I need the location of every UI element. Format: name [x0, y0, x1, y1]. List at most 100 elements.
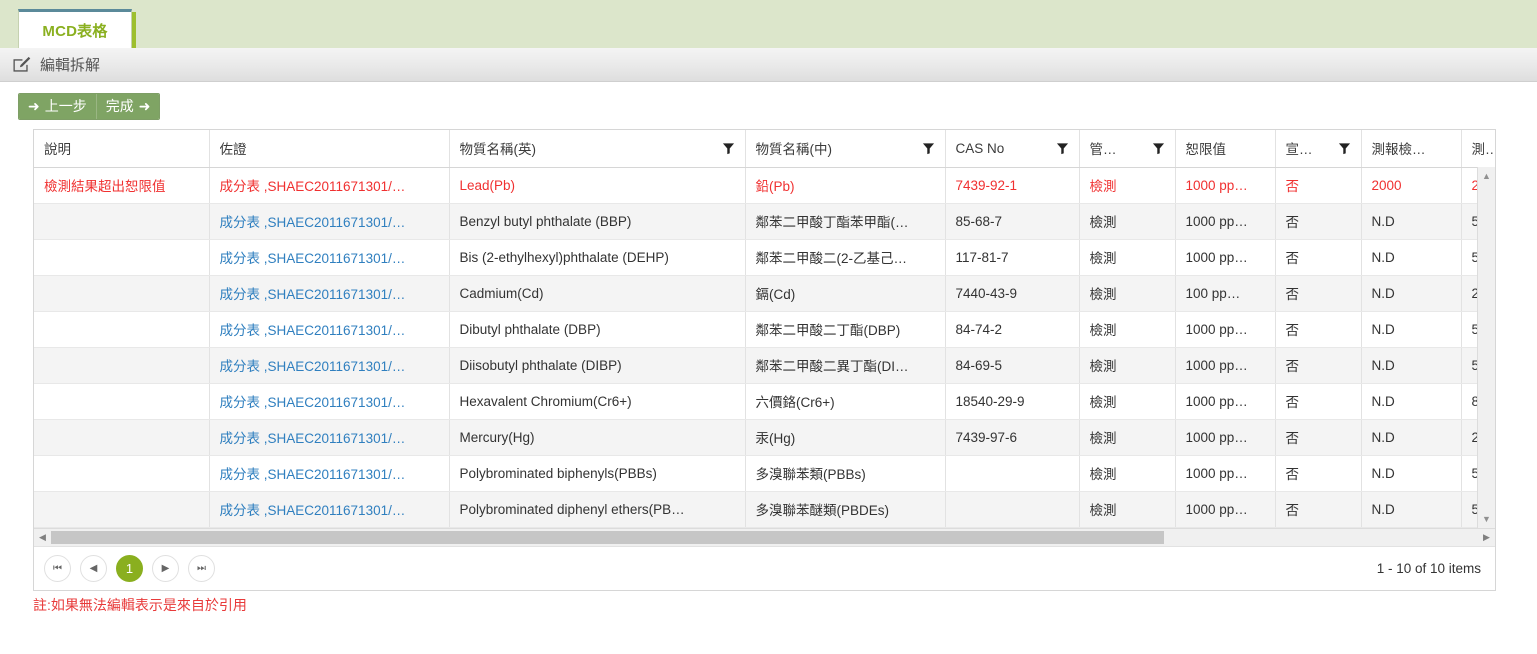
cell-report: N.D	[1361, 383, 1462, 420]
cell-report: N.D	[1361, 311, 1462, 348]
cell-limit: 1000 pp…	[1175, 167, 1276, 204]
vertical-scrollbar[interactable]: ▲ ▼	[1477, 167, 1495, 528]
cell-ctrl: 檢測	[1079, 419, 1176, 456]
cell-evidence[interactable]: 成分表 ,SHAEC2011671301/…	[209, 455, 450, 492]
filter-funnel-icon[interactable]	[1152, 142, 1165, 155]
cell-declare: 否	[1275, 167, 1362, 204]
cell-evidence[interactable]: 成分表 ,SHAEC2011671301/…	[209, 383, 450, 420]
cell-cas: 117-81-7	[945, 239, 1080, 276]
cell-limit: 1000 pp…	[1175, 455, 1276, 492]
cell-name_zh: 六價鉻(Cr6+)	[745, 383, 946, 420]
column-header-0[interactable]: 說明	[34, 130, 210, 168]
cell-evidence[interactable]: 成分表 ,SHAEC2011671301/…	[209, 275, 450, 312]
horizontal-scroll-thumb[interactable]	[51, 530, 1165, 544]
tab-active-edge	[132, 12, 136, 48]
column-header-9[interactable]: 測…	[1461, 130, 1495, 168]
scroll-down-icon[interactable]: ▼	[1478, 511, 1495, 528]
next-page-icon: ▶	[161, 562, 170, 574]
arrow-left-icon: ➜	[28, 98, 40, 114]
cell-evidence[interactable]: 成分表 ,SHAEC2011671301/…	[209, 347, 450, 384]
cell-evidence[interactable]: 成分表 ,SHAEC2011671301/…	[209, 203, 450, 240]
cell-limit: 1000 pp…	[1175, 383, 1276, 420]
cell-declare: 否	[1275, 383, 1362, 420]
table-row[interactable]: 成分表 ,SHAEC2011671301/… Polybrominated dip…	[34, 491, 1495, 528]
cell-limit: 1000 pp…	[1175, 239, 1276, 276]
column-header-6[interactable]: 恕限值	[1175, 130, 1276, 168]
finish-button[interactable]: 完成 ➜	[95, 94, 160, 119]
filter-funnel-icon[interactable]	[1338, 142, 1351, 155]
cell-evidence[interactable]: 成分表 ,SHAEC2011671301/…	[209, 419, 450, 456]
grid-pager: ⏮ ◀ 1 ▶ ⏭ 1 - 10 of 10 items	[34, 545, 1495, 590]
mcd-data-grid: 說明 佐證 物質名稱(英) 物質名稱(中) CAS No 管… 恕限值 宣… 測報檢… 測… 檢測…	[33, 129, 1496, 591]
cell-desc	[34, 419, 210, 456]
column-header-3[interactable]: 物質名稱(中)	[745, 130, 946, 168]
table-row[interactable]: 成分表 ,SHAEC2011671301/… Mercury(Hg) 汞(Hg) 74…	[34, 419, 1495, 456]
tab-mcd-table[interactable]: MCD表格	[18, 9, 132, 48]
scroll-right-icon[interactable]: ▶	[1478, 529, 1495, 546]
cell-evidence[interactable]: 成分表 ,SHAEC2011671301/…	[209, 491, 450, 528]
table-row[interactable]: 成分表 ,SHAEC2011671301/… Cadmium(Cd) 鎘(Cd) 74…	[34, 275, 1495, 312]
column-header-8[interactable]: 測報檢…	[1361, 130, 1462, 168]
arrow-right-icon: ➜	[138, 98, 151, 114]
cell-desc	[34, 383, 210, 420]
column-header-label: 說明	[44, 142, 71, 158]
table-row[interactable]: 成分表 ,SHAEC2011671301/… Benzyl butyl phtha…	[34, 203, 1495, 240]
wizard-toolbar: ➜ 上一步 完成 ➜	[0, 82, 1537, 129]
cell-declare: 否	[1275, 491, 1362, 528]
cell-cas	[945, 455, 1080, 492]
cell-name_zh: 多溴聯苯類(PBBs)	[745, 455, 946, 492]
cell-declare: 否	[1275, 275, 1362, 312]
table-row[interactable]: 成分表 ,SHAEC2011671301/… Bis (2-ethylhexyl)…	[34, 239, 1495, 276]
cell-name_en: Cadmium(Cd)	[449, 275, 746, 312]
cell-report: N.D	[1361, 347, 1462, 384]
edit-bar-label: 編輯拆解	[40, 57, 101, 74]
cell-evidence[interactable]: 成分表 ,SHAEC2011671301/…	[209, 311, 450, 348]
scroll-left-icon[interactable]: ◀	[34, 529, 51, 546]
cell-desc	[34, 203, 210, 240]
pager-next-button[interactable]: ▶	[152, 554, 179, 582]
table-row[interactable]: 成分表 ,SHAEC2011671301/… Dibutyl phthalate …	[34, 311, 1495, 348]
scroll-up-icon[interactable]: ▲	[1478, 167, 1495, 184]
column-header-4[interactable]: CAS No	[945, 130, 1080, 168]
table-row[interactable]: 成分表 ,SHAEC2011671301/… Hexavalent Chromiu…	[34, 383, 1495, 420]
previous-page-icon: ◀	[89, 562, 98, 574]
cell-name_zh: 多溴聯苯醚類(PBDEs)	[745, 491, 946, 528]
footer-note: 註:如果無法編輯表示是來自於引用	[33, 596, 247, 613]
column-header-5[interactable]: 管…	[1079, 130, 1176, 168]
cell-name_en: Mercury(Hg)	[449, 419, 746, 456]
cell-report: 2000	[1361, 167, 1462, 204]
cell-cas: 84-74-2	[945, 311, 1080, 348]
cell-report: N.D	[1361, 203, 1462, 240]
cell-ctrl: 檢測	[1079, 203, 1176, 240]
filter-funnel-icon[interactable]	[722, 142, 735, 155]
table-row[interactable]: 成分表 ,SHAEC2011671301/… Diisobutyl phthala…	[34, 347, 1495, 384]
filter-funnel-icon[interactable]	[922, 142, 935, 155]
horizontal-scroll-track[interactable]	[51, 530, 1478, 544]
cell-evidence[interactable]: 成分表 ,SHAEC2011671301/…	[209, 239, 450, 276]
pager-last-button[interactable]: ⏭	[188, 554, 215, 582]
pencil-edit-icon[interactable]	[12, 56, 31, 73]
cell-limit: 1000 pp…	[1175, 347, 1276, 384]
cell-report: N.D	[1361, 455, 1462, 492]
cell-cas: 85-68-7	[945, 203, 1080, 240]
cell-limit: 1000 pp…	[1175, 203, 1276, 240]
cell-ctrl: 檢測	[1079, 455, 1176, 492]
previous-step-button[interactable]: ➜ 上一步	[19, 94, 96, 119]
column-header-1[interactable]: 佐證	[209, 130, 450, 168]
mcd-table: 說明 佐證 物質名稱(英) 物質名稱(中) CAS No 管… 恕限值 宣… 測報檢… 測… 檢測…	[34, 130, 1495, 528]
filter-funnel-icon[interactable]	[1056, 142, 1069, 155]
cell-ctrl: 檢測	[1079, 275, 1176, 312]
column-header-7[interactable]: 宣…	[1275, 130, 1362, 168]
tab-strip: MCD表格	[0, 0, 1537, 48]
cell-evidence[interactable]: 成分表 ,SHAEC2011671301/…	[209, 167, 450, 204]
pager-page-1-button[interactable]: 1	[116, 554, 143, 582]
cell-name_zh: 鄰苯二甲酸二異丁酯(DI…	[745, 347, 946, 384]
table-row[interactable]: 成分表 ,SHAEC2011671301/… Polybrominated bip…	[34, 455, 1495, 492]
cell-desc	[34, 491, 210, 528]
table-row[interactable]: 檢測結果超出恕限值 成分表 ,SHAEC2011671301/… Lead(Pb) 鉛…	[34, 167, 1495, 204]
column-header-2[interactable]: 物質名稱(英)	[449, 130, 746, 168]
horizontal-scrollbar[interactable]: ◀ ▶	[34, 527, 1495, 546]
cell-limit: 1000 pp…	[1175, 311, 1276, 348]
pager-first-button[interactable]: ⏮	[44, 554, 71, 582]
pager-prev-button[interactable]: ◀	[80, 554, 107, 582]
